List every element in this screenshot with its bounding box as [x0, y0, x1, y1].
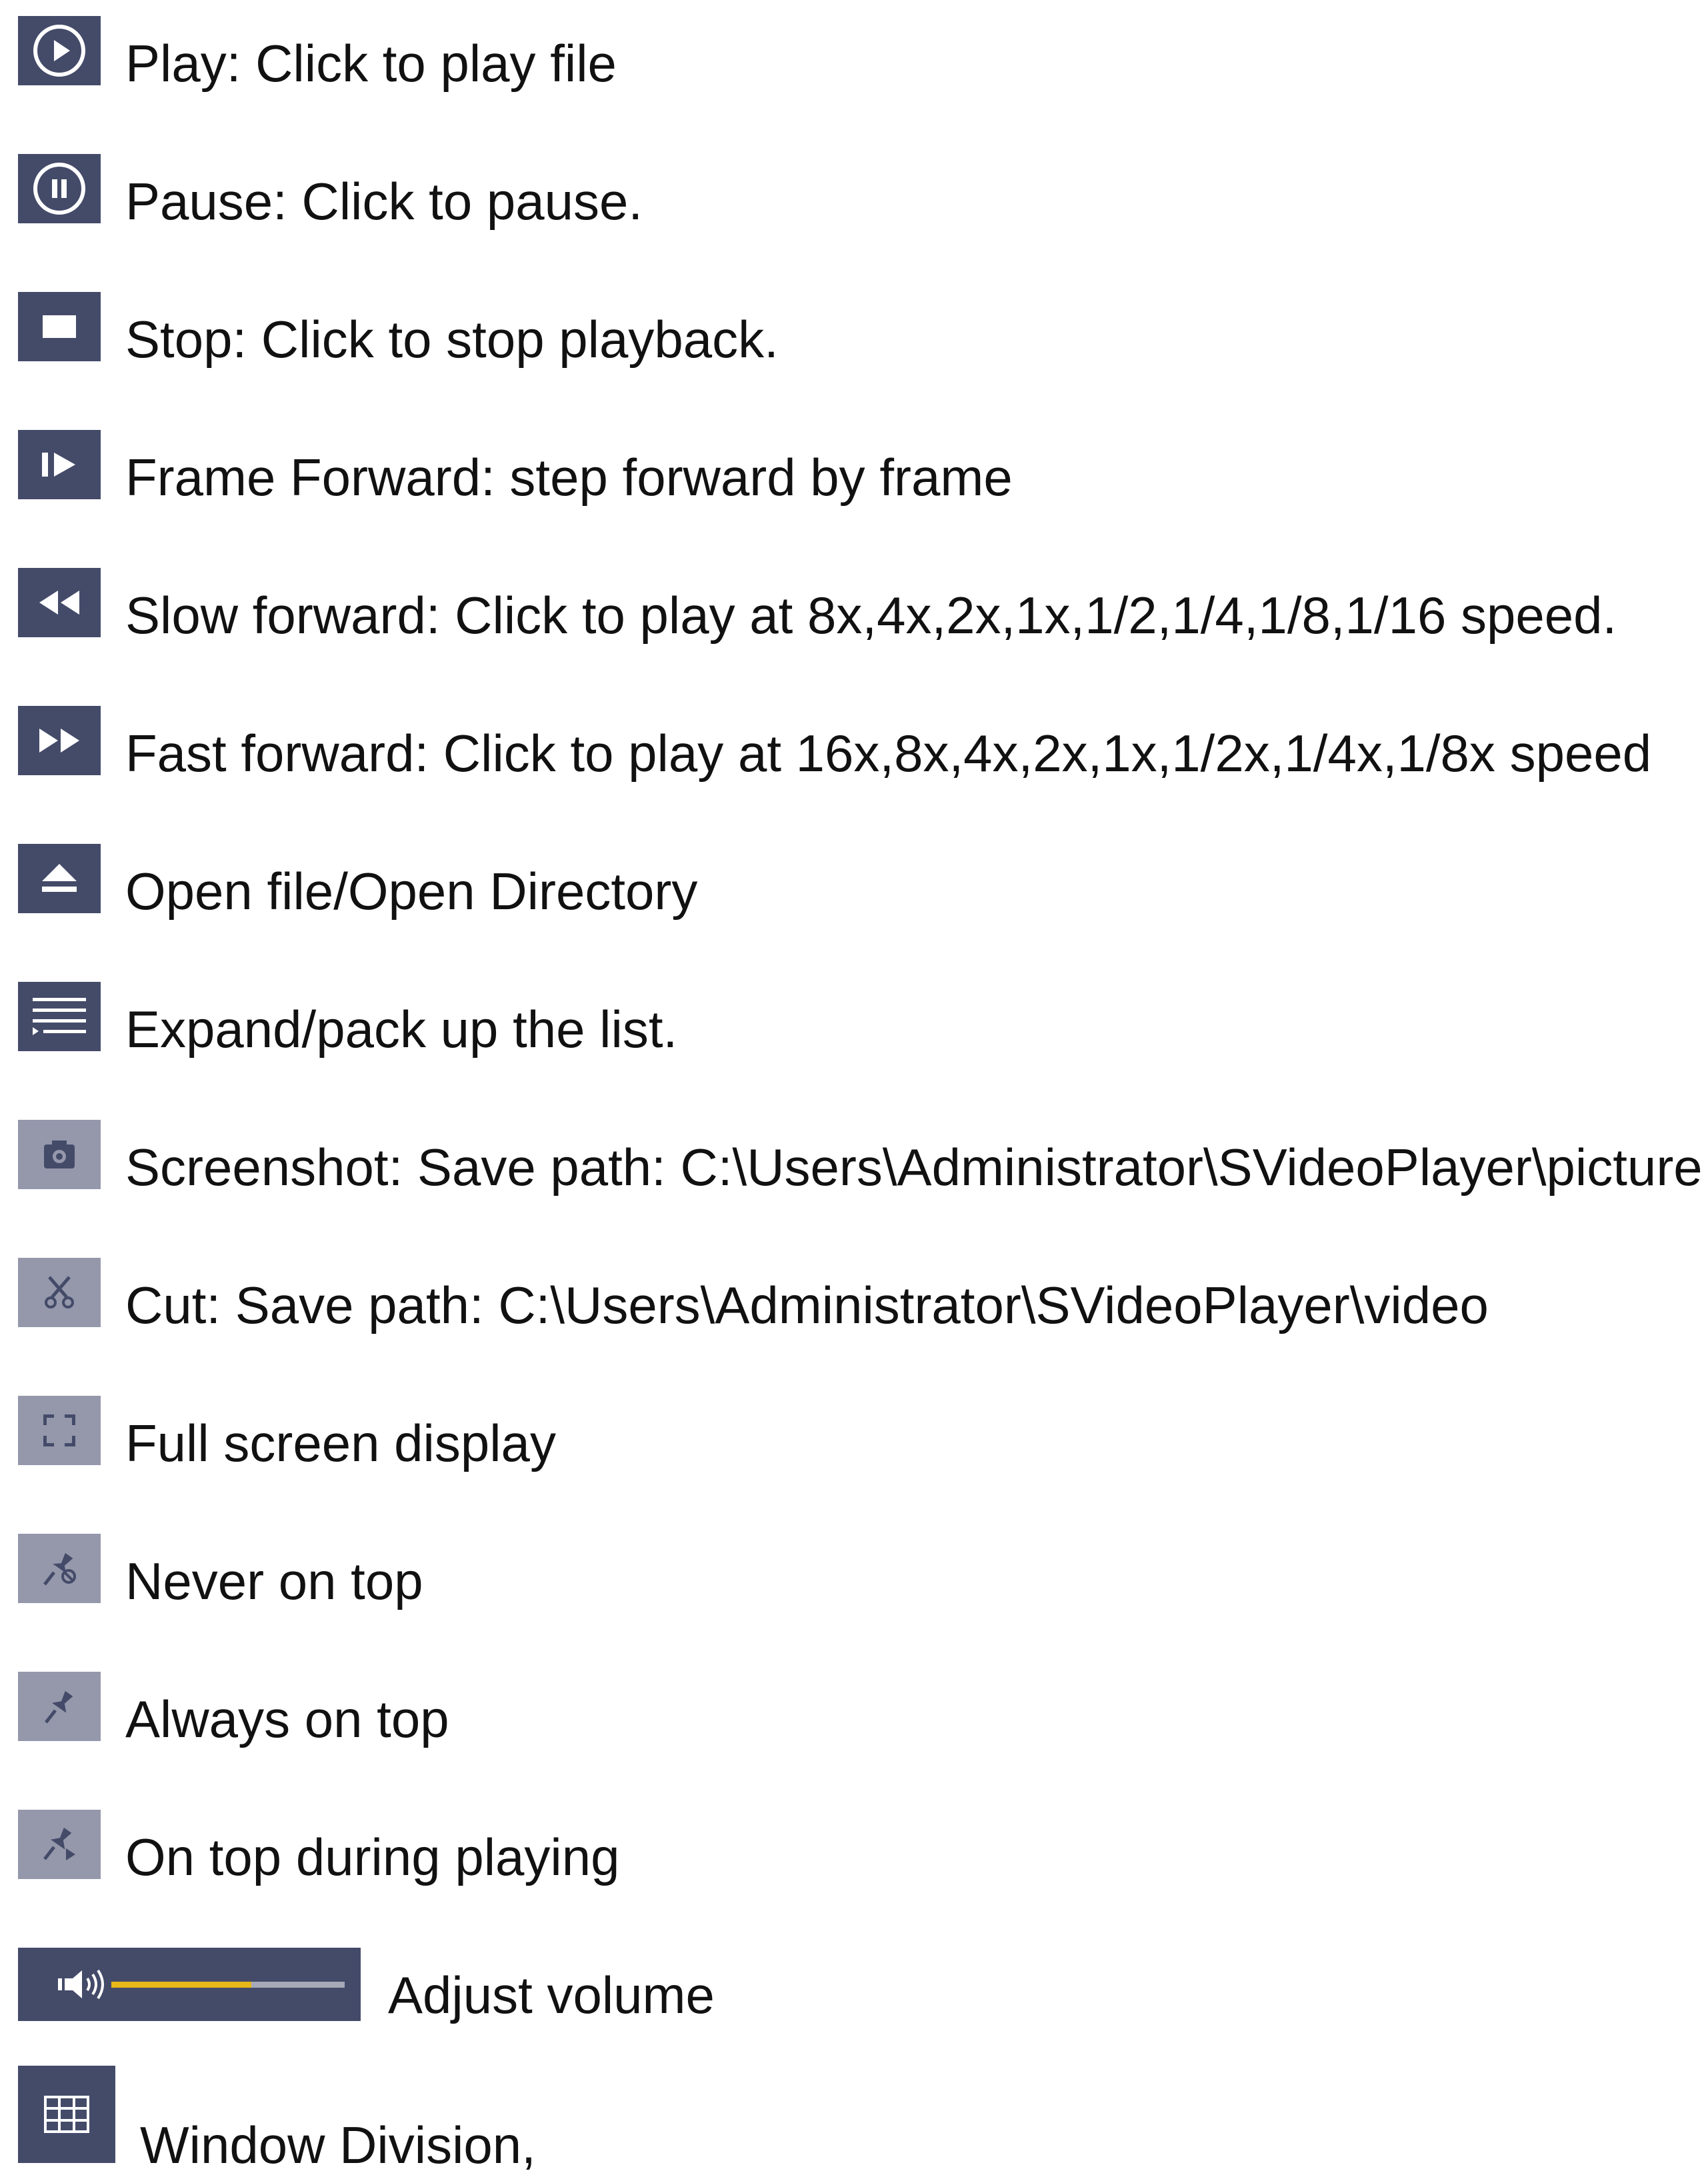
pin-off-icon: [43, 1552, 76, 1586]
legend-row-play: Play: Click to play file: [0, 16, 1708, 93]
legend-row-pause: Pause: Click to pause.: [0, 154, 1708, 231]
pause-icon: [33, 163, 85, 215]
full-screen-description: Full screen display: [125, 1414, 556, 1472]
pin-play-icon: [43, 1827, 75, 1860]
slow-forward-description: Slow forward: Click to play at 8x,4x,2x,…: [125, 586, 1617, 645]
window-division-button[interactable]: [18, 2066, 115, 2163]
legend-row-window-division: Window Division,: [0, 2066, 1708, 2174]
scissors-icon: [45, 1276, 74, 1308]
volume-control[interactable]: [18, 1948, 361, 2021]
play-description: Play: Click to play file: [125, 34, 617, 93]
stop-description: Stop: Click to stop playback.: [125, 310, 779, 369]
slow-forward-button[interactable]: [18, 568, 101, 637]
legend-row-fast-forward: Fast forward: Click to play at 16x,8x,4x…: [0, 706, 1708, 783]
fullscreen-icon: [43, 1414, 75, 1446]
screenshot-description: Screenshot: Save path: C:\Users\Administ…: [125, 1138, 1703, 1196]
legend-row-screenshot: Screenshot: Save path: C:\Users\Administ…: [0, 1120, 1708, 1196]
legend-row-frame-forward: Frame Forward: step forward by frame: [0, 430, 1708, 507]
frame-forward-description: Frame Forward: step forward by frame: [125, 448, 1013, 507]
slow-forward-icon: [39, 591, 79, 615]
pause-description: Pause: Click to pause.: [125, 172, 643, 231]
always-on-top-description: Always on top: [125, 1690, 449, 1748]
screenshot-button[interactable]: [18, 1120, 101, 1189]
cut-button[interactable]: [18, 1258, 101, 1327]
full-screen-button[interactable]: [18, 1396, 101, 1465]
play-icon: [33, 25, 85, 77]
eject-icon: [42, 864, 77, 892]
legend-row-open-file: Open file/Open Directory: [0, 844, 1708, 921]
volume-icon: [58, 1969, 104, 2000]
legend-row-always-on-top: Always on top: [0, 1672, 1708, 1748]
cut-description: Cut: Save path: C:\Users\Administrator\S…: [125, 1276, 1489, 1334]
frame-forward-button[interactable]: [18, 430, 101, 499]
on-top-playing-button[interactable]: [18, 1810, 101, 1879]
open-file-button[interactable]: [18, 844, 101, 913]
legend-row-never-on-top: Never on top: [0, 1534, 1708, 1610]
legend-row-cut: Cut: Save path: C:\Users\Administrator\S…: [0, 1258, 1708, 1334]
legend-row-slow-forward: Slow forward: Click to play at 8x,4x,2x,…: [0, 568, 1708, 645]
legend-row-list: Expand/pack up the list.: [0, 982, 1708, 1059]
play-button[interactable]: [18, 16, 101, 85]
fast-forward-icon: [39, 729, 79, 753]
fast-forward-button[interactable]: [18, 706, 101, 775]
grid-icon: [44, 2096, 89, 2133]
list-icon: [33, 998, 86, 1035]
volume-description: Adjust volume: [388, 1966, 715, 2024]
window-division-description: Window Division,: [140, 2116, 536, 2174]
open-file-description: Open file/Open Directory: [125, 862, 698, 921]
legend-row-full-screen: Full screen display: [0, 1396, 1708, 1472]
fast-forward-description: Fast forward: Click to play at 16x,8x,4x…: [125, 724, 1652, 783]
stop-button[interactable]: [18, 292, 101, 361]
always-on-top-button[interactable]: [18, 1672, 101, 1741]
never-on-top-button[interactable]: [18, 1534, 101, 1603]
volume-level-fill: [111, 1982, 251, 1988]
frame-forward-icon: [42, 453, 75, 477]
on-top-playing-description: On top during playing: [125, 1828, 620, 1886]
never-on-top-description: Never on top: [125, 1552, 423, 1610]
legend-row-on-top-playing: On top during playing: [0, 1810, 1708, 1886]
pause-button[interactable]: [18, 154, 101, 223]
stop-icon: [43, 315, 76, 338]
pin-icon: [45, 1690, 73, 1724]
volume-slider[interactable]: [111, 1982, 345, 1988]
list-button[interactable]: [18, 982, 101, 1051]
camera-icon: [44, 1140, 75, 1168]
legend-row-stop: Stop: Click to stop playback.: [0, 292, 1708, 369]
legend-row-volume: Adjust volume: [0, 1948, 1708, 2024]
list-description: Expand/pack up the list.: [125, 1000, 678, 1059]
